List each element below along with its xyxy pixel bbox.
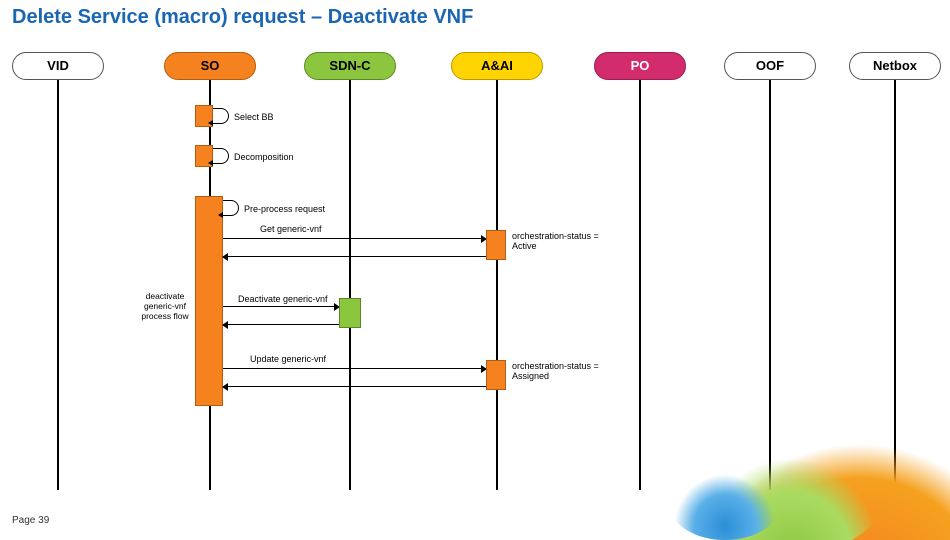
activation-sdnc-deactivate <box>339 298 361 328</box>
note-deactivate-process-flow: deactivate generic-vnf process flow <box>135 292 195 321</box>
lane-head-aai: A&AI <box>451 52 543 80</box>
lifeline-vid <box>57 80 59 490</box>
label-preprocess: Pre-process request <box>244 204 325 214</box>
lane-head-netbox: Netbox <box>849 52 941 80</box>
selfloop-decomp <box>213 148 229 164</box>
label-update-generic-vnf: Update generic-vnf <box>250 354 326 364</box>
label-status-assigned: orchestration-status = Assigned <box>512 362 612 382</box>
decorative-swoosh-blue <box>670 470 780 540</box>
page-number: Page 39 <box>12 515 49 526</box>
lifeline-sdnc <box>349 80 351 490</box>
arrow-get-vnf-req <box>223 238 486 239</box>
activation-so-main <box>195 196 223 406</box>
lifeline-aai <box>496 80 498 490</box>
lifeline-po <box>639 80 641 490</box>
arrow-update-vnf-res <box>223 386 486 387</box>
label-decomposition: Decomposition <box>234 152 294 162</box>
arrow-deactivate-req <box>223 306 339 307</box>
selfloop-selectbb <box>213 108 229 124</box>
label-status-active: orchestration-status = Active <box>512 232 612 252</box>
activation-aai-get <box>486 230 506 260</box>
lane-head-oof: OOF <box>724 52 816 80</box>
label-get-generic-vnf: Get generic-vnf <box>260 224 322 234</box>
selfloop-preprocess <box>223 200 239 216</box>
arrow-deactivate-res <box>223 324 339 325</box>
arrow-get-vnf-res <box>223 256 486 257</box>
lane-head-po: PO <box>594 52 686 80</box>
label-deactivate-generic-vnf: Deactivate generic-vnf <box>238 294 328 304</box>
arrow-update-vnf-req <box>223 368 486 369</box>
lane-head-vid: VID <box>12 52 104 80</box>
slide-title: Delete Service (macro) request – Deactiv… <box>12 6 473 29</box>
label-select-bb: Select BB <box>234 112 274 122</box>
lane-head-sdnc: SDN-C <box>304 52 396 80</box>
activation-aai-update <box>486 360 506 390</box>
lane-head-so: SO <box>164 52 256 80</box>
